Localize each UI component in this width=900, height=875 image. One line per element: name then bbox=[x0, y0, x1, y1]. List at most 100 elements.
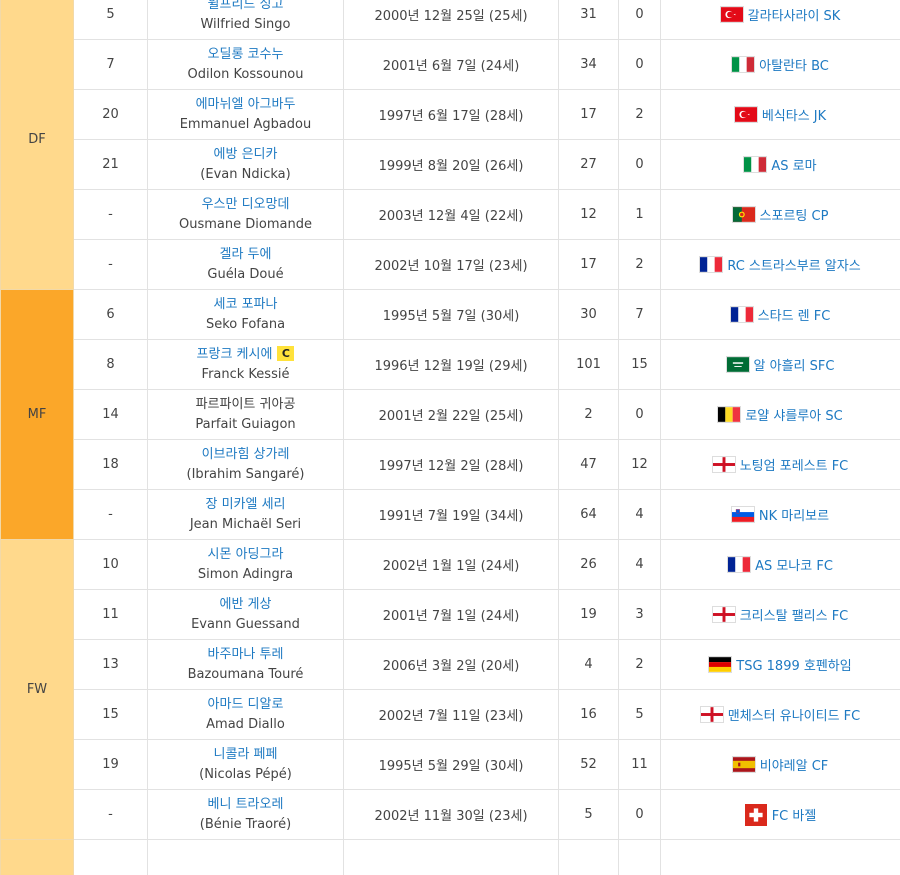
player-name-english: Amad Diallo bbox=[206, 716, 285, 732]
club-cell: 아탈란타 BC bbox=[660, 39, 900, 90]
goals-count: 0 bbox=[618, 39, 661, 90]
player-name-cell: 프랑크 케시에 C Franck Kessié bbox=[147, 339, 344, 390]
club-name[interactable]: NK 마리보르 bbox=[759, 505, 829, 524]
club-name[interactable]: FC 바젤 bbox=[772, 805, 817, 824]
club-name[interactable]: 노팅엄 포레스트 FC bbox=[740, 455, 849, 474]
player-name-korean[interactable]: 베니 트라오레 bbox=[148, 796, 343, 814]
player-name-korean[interactable]: 파르파이트 귀아공 bbox=[148, 396, 343, 414]
goals-count: 3 bbox=[618, 589, 661, 640]
player-row: 7 오딜롱 코수누 Odilon Kossounou 2001년 6월 7일 (… bbox=[1, 39, 900, 90]
club-name[interactable]: AS 로마 bbox=[771, 155, 816, 174]
birth-date: 2002년 11월 30일 (23세) bbox=[343, 789, 559, 840]
italy-flag-icon bbox=[732, 57, 755, 72]
club-cell: RC 스트라스부르 알자스 bbox=[660, 239, 900, 290]
player-name-korean[interactable]: 윌프리드 싱고 bbox=[148, 0, 343, 14]
club-name[interactable]: RC 스트라스부르 알자스 bbox=[727, 255, 860, 274]
player-name-cell: 시몬 아딩그라 Simon Adingra bbox=[147, 539, 344, 590]
jersey-number: 15 bbox=[73, 689, 148, 740]
club-name[interactable]: 비야레알 CF bbox=[760, 755, 829, 774]
jersey-number: 13 bbox=[73, 639, 148, 690]
club-name[interactable]: 베식타스 JK bbox=[762, 105, 826, 124]
player-name-korean[interactable]: 니콜라 페페 bbox=[148, 746, 343, 764]
goals-count: 4 bbox=[618, 489, 661, 540]
germany-flag-icon bbox=[709, 657, 732, 672]
jersey-number: 21 bbox=[73, 139, 148, 190]
player-row: - 장 미카엘 세리 Jean Michaël Seri 1991년 7월 19… bbox=[1, 489, 900, 540]
club-name[interactable]: AS 모나코 FC bbox=[755, 555, 833, 574]
england-flag-icon bbox=[700, 707, 723, 722]
player-name-korean[interactable]: 프랑크 케시에 bbox=[197, 347, 273, 362]
jersey-number: - bbox=[73, 239, 148, 290]
player-name-korean[interactable]: 시몬 아딩그라 bbox=[148, 546, 343, 564]
birth-date: 2001년 6월 7일 (24세) bbox=[343, 39, 559, 90]
player-name-korean[interactable]: 바주마나 투레 bbox=[148, 646, 343, 664]
caps-count: 47 bbox=[558, 439, 619, 490]
club-name[interactable]: TSG 1899 호펜하임 bbox=[736, 655, 851, 674]
jersey-number: 5 bbox=[73, 0, 148, 40]
club-cell: 스포르팅 CP bbox=[660, 189, 900, 240]
position-df: DF bbox=[0, 0, 74, 290]
player-name-english: (Nicolas Pépé) bbox=[199, 766, 292, 782]
caps-count: 64 bbox=[558, 489, 619, 540]
player-row: 15 아마드 디알로 Amad Diallo 2002년 7월 11일 (23세… bbox=[1, 689, 900, 740]
player-name-korean[interactable]: 이브라힘 상가레 bbox=[148, 446, 343, 464]
caps-count: 12 bbox=[558, 189, 619, 240]
player-row: DF 5 윌프리드 싱고 Wilfried Singo 2000년 12월 25일… bbox=[0, 0, 900, 290]
player-name-korean[interactable]: 우스만 디오망데 bbox=[148, 196, 343, 214]
player-name-cell: 파르파이트 귀아공 Parfait Guiagon bbox=[147, 389, 344, 440]
club-name[interactable]: 알 아흘리 SFC bbox=[754, 355, 835, 374]
birth-date: 2006년 3월 2일 (20세) bbox=[343, 639, 559, 690]
goals-count: 12 bbox=[618, 439, 661, 490]
club-cell: AS 모나코 FC bbox=[660, 539, 900, 590]
player-name-korean[interactable]: 장 미카엘 세리 bbox=[148, 496, 343, 514]
captain-badge: C bbox=[277, 345, 295, 361]
birth-date: 1995년 5월 29일 (30세) bbox=[343, 739, 559, 790]
caps-count: 34 bbox=[558, 39, 619, 90]
club-cell: 스타드 렌 FC bbox=[660, 289, 900, 340]
belgium-flag-icon bbox=[718, 407, 741, 422]
player-name-english: (Ibrahim Sangaré) bbox=[186, 466, 305, 482]
player-name-korean[interactable]: 겔라 두에 bbox=[148, 246, 343, 264]
player-name-korean[interactable]: 에마뉘엘 아그바두 bbox=[148, 96, 343, 114]
club-name[interactable]: 스타드 렌 FC bbox=[758, 305, 831, 324]
club-cell: TSG 1899 호펜하임 bbox=[660, 639, 900, 690]
player-row: - 우스만 디오망데 Ousmane Diomande 2003년 12월 4일… bbox=[1, 189, 900, 240]
club-name[interactable]: 아탈란타 BC bbox=[759, 55, 829, 74]
player-name-cell: 세코 포파나 Seko Fofana bbox=[147, 289, 344, 340]
player-name-korean[interactable]: 오딜롱 코수누 bbox=[148, 46, 343, 64]
turkey-flag-icon bbox=[720, 7, 743, 22]
caps-count: 101 bbox=[558, 339, 619, 390]
club-name[interactable]: 크리스탈 팰리스 FC bbox=[740, 605, 849, 624]
jersey-number: - bbox=[73, 189, 148, 240]
jersey-number: 11 bbox=[73, 589, 148, 640]
player-name-english: Franck Kessié bbox=[201, 366, 290, 382]
player-name-korean[interactable]: 에반 게상 bbox=[148, 596, 343, 614]
goals-count: 11 bbox=[618, 739, 661, 790]
club-cell: 알 아흘리 SFC bbox=[660, 339, 900, 390]
club-name[interactable]: 갈라타사라이 SK bbox=[748, 5, 841, 24]
birth-date: 1991년 7월 19일 (34세) bbox=[343, 489, 559, 540]
england-flag-icon bbox=[712, 457, 735, 472]
player-row: - 베니 트라오레 (Bénie Traoré) 2002년 11월 30일 (… bbox=[1, 789, 900, 840]
goals-count: 2 bbox=[618, 639, 661, 690]
player-name-cell: 베니 트라오레 (Bénie Traoré) bbox=[147, 789, 344, 840]
player-row: 19 니콜라 페페 (Nicolas Pépé) 1995년 5월 29일 (3… bbox=[1, 739, 900, 790]
jersey-number: - bbox=[73, 489, 148, 540]
club-name[interactable]: 스포르팅 CP bbox=[760, 205, 829, 224]
club-name[interactable]: 로얄 샤를루아 SC bbox=[745, 405, 842, 424]
france-flag-icon bbox=[730, 307, 753, 322]
player-name-korean[interactable]: 세코 포파나 bbox=[148, 296, 343, 314]
caps-count: 17 bbox=[558, 239, 619, 290]
player-name-korean[interactable]: 에방 은디카 bbox=[148, 146, 343, 164]
player-name-english: Seko Fofana bbox=[205, 316, 286, 332]
club-name[interactable]: 맨체스터 유나이티드 FC bbox=[728, 705, 860, 724]
caps-count: 17 bbox=[558, 89, 619, 140]
player-name-english: (Evan Ndicka) bbox=[200, 166, 291, 182]
player-name-english: Wilfried Singo bbox=[200, 16, 291, 32]
player-name-korean[interactable]: 아마드 디알로 bbox=[148, 696, 343, 714]
goals-count: 15 bbox=[618, 339, 661, 390]
club-cell: 로얄 샤를루아 SC bbox=[660, 389, 900, 440]
club-cell: 베식타스 JK bbox=[660, 89, 900, 140]
jersey-number: 18 bbox=[73, 439, 148, 490]
goals-count: 7 bbox=[618, 289, 661, 340]
